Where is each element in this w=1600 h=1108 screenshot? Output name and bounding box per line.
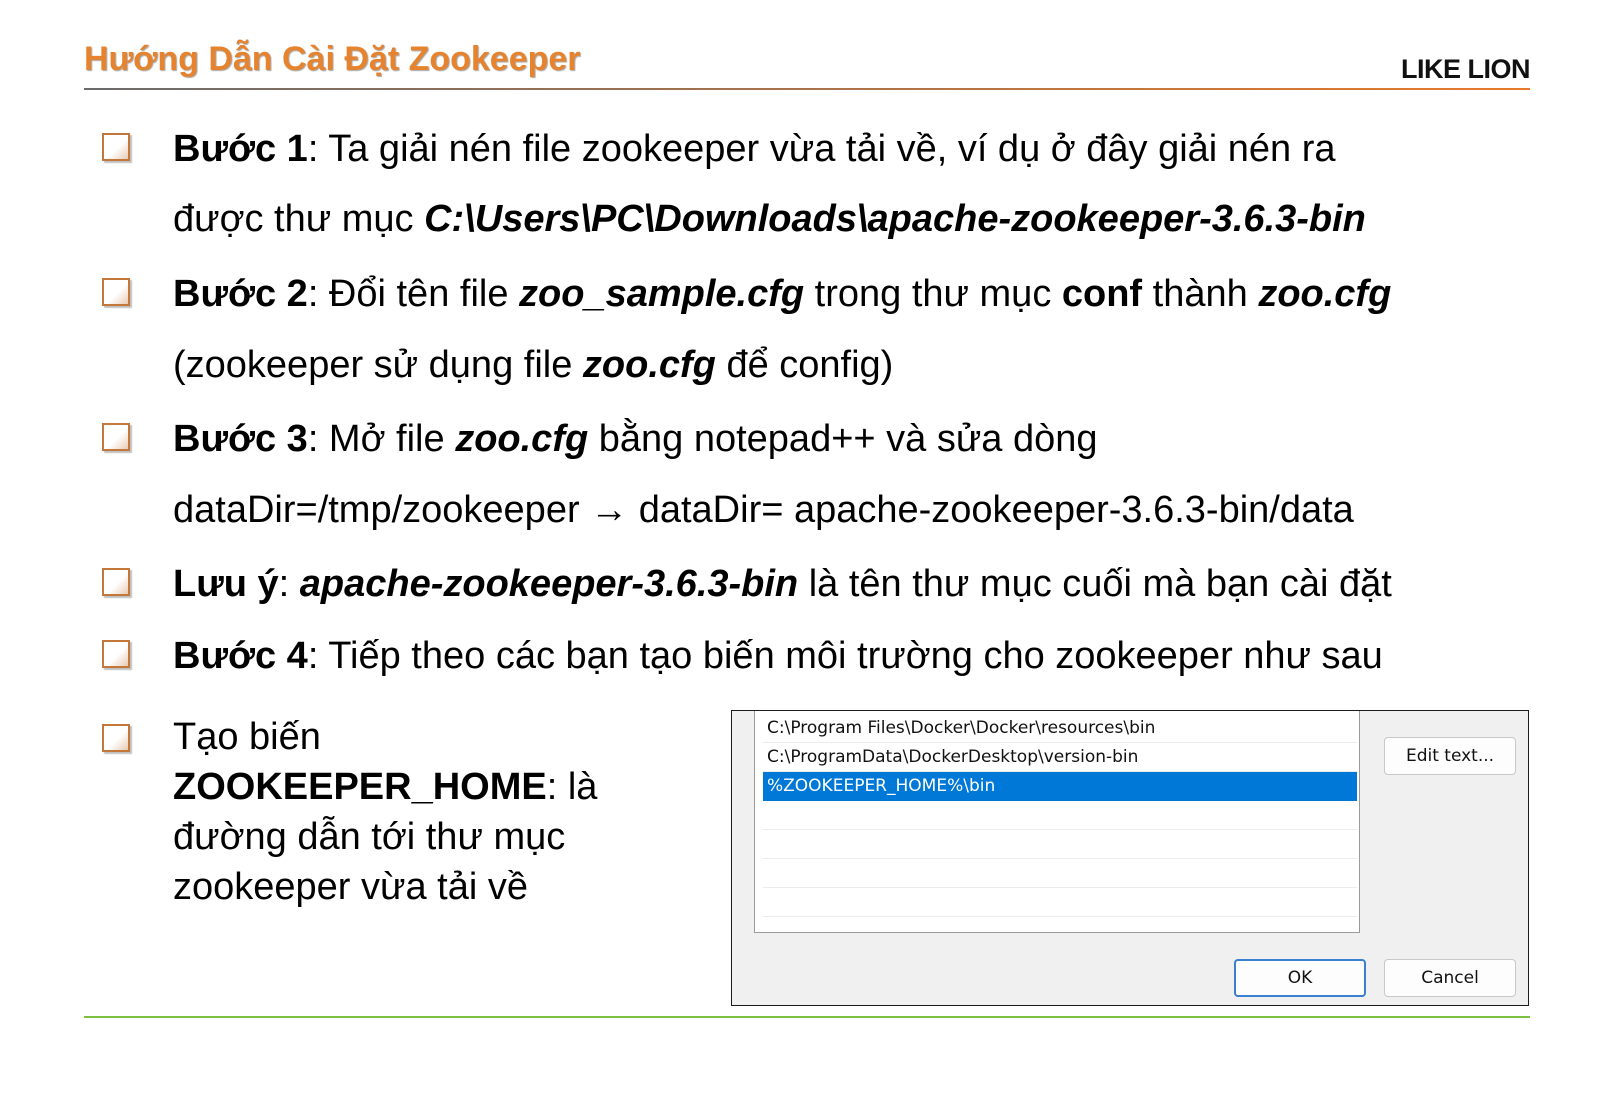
title-divider bbox=[84, 88, 1530, 90]
step2-folder: conf bbox=[1061, 273, 1143, 315]
step2-text-a: : Đổi tên file bbox=[307, 273, 520, 315]
step2-line1: Bước 2: Đổi tên file zoo_sample.cfg tron… bbox=[173, 271, 1391, 317]
bullet-checkbox-icon bbox=[102, 724, 130, 752]
list-item-empty[interactable] bbox=[763, 859, 1357, 888]
step2-text-d: (zookeeper sử dụng file bbox=[173, 344, 583, 386]
list-item-empty[interactable] bbox=[763, 801, 1357, 830]
step2-file-from: zoo_sample.cfg bbox=[519, 273, 805, 315]
cancel-button[interactable]: Cancel bbox=[1384, 959, 1516, 997]
list-item-selected[interactable]: %ZOOKEEPER_HOME%\bin bbox=[763, 772, 1357, 801]
note-line: Lưu ý: apache-zookeeper-3.6.3-bin là tên… bbox=[173, 561, 1392, 607]
step2-text-c: thành bbox=[1142, 273, 1259, 315]
step4-label: Bước 4 bbox=[173, 635, 308, 677]
step4-line: Bước 4: Tiếp theo các bạn tạo biến môi t… bbox=[173, 633, 1383, 679]
create-var-text: Tạo biến ZOOKEEPER_HOME: là đường dẫn tớ… bbox=[173, 712, 693, 912]
step2-line2: (zookeeper sử dụng file zoo.cfg để confi… bbox=[173, 342, 893, 388]
step3-line1: Bước 3: Mở file zoo.cfg bằng notepad++ v… bbox=[173, 416, 1098, 462]
step3-label: Bước 3 bbox=[173, 418, 308, 460]
step3-line2: dataDir=/tmp/zookeeper → dataDir= apache… bbox=[173, 487, 1354, 533]
list-item[interactable]: C:\ProgramData\DockerDesktop\version-bin bbox=[763, 743, 1357, 772]
list-item-empty[interactable] bbox=[763, 830, 1357, 859]
note-label: Lưu ý bbox=[173, 563, 279, 605]
bullet-checkbox-icon bbox=[102, 568, 130, 596]
bullet-checkbox-icon bbox=[102, 640, 130, 668]
step3-text-b: bằng notepad++ và sửa dòng bbox=[588, 418, 1098, 460]
step2-text-e: để config) bbox=[715, 344, 894, 386]
ok-button[interactable]: OK bbox=[1234, 959, 1366, 997]
list-item[interactable]: C:\Program Files\Docker\Docker\resources… bbox=[763, 714, 1357, 743]
step3-text-c: dataDir=/tmp/zookeeper → dataDir= apache… bbox=[173, 489, 1354, 531]
brand-logo: LIKE LION bbox=[1401, 54, 1531, 84]
note-text-b: là tên thư mục cuối mà bạn cài đặt bbox=[798, 563, 1392, 605]
list-item-empty[interactable] bbox=[763, 888, 1357, 917]
footer-divider bbox=[84, 1016, 1530, 1018]
step2-file-cfg: zoo.cfg bbox=[582, 344, 716, 386]
bullet-checkbox-icon bbox=[102, 278, 130, 306]
step1-text-b: được thư mục bbox=[173, 198, 425, 240]
step3-file: zoo.cfg bbox=[455, 418, 589, 460]
step2-text-b: trong thư mục bbox=[804, 273, 1062, 315]
path-list[interactable]: C:\Program Files\Docker\Docker\resources… bbox=[754, 711, 1360, 933]
env-path-dialog: C:\Program Files\Docker\Docker\resources… bbox=[731, 710, 1529, 1006]
bullet-checkbox-icon bbox=[102, 423, 130, 451]
step1-path: C:\Users\PC\Downloads\apache-zookeeper-3… bbox=[424, 198, 1366, 240]
step2-file-to: zoo.cfg bbox=[1258, 273, 1392, 315]
note-folder: apache-zookeeper-3.6.3-bin bbox=[299, 563, 799, 605]
create-var-name: ZOOKEEPER_HOME bbox=[173, 766, 547, 808]
step1-line2: được thư mục C:\Users\PC\Downloads\apach… bbox=[173, 196, 1366, 242]
step1-line1: Bước 1: Ta giải nén file zookeeper vừa t… bbox=[173, 126, 1336, 172]
note-text-a: : bbox=[278, 563, 300, 605]
bullet-checkbox-icon bbox=[102, 133, 130, 161]
step3-text-a: : Mở file bbox=[307, 418, 456, 460]
edit-text-button[interactable]: Edit text... bbox=[1384, 737, 1516, 775]
step1-text: : Ta giải nén file zookeeper vừa tải về,… bbox=[307, 128, 1336, 170]
step1-label: Bước 1 bbox=[173, 128, 308, 170]
page-title: Hướng Dẫn Cài Đặt Zookeeper bbox=[84, 40, 581, 78]
step2-label: Bước 2 bbox=[173, 273, 308, 315]
step4-text-a: : Tiếp theo các bạn tạo biến môi trường … bbox=[307, 635, 1383, 677]
create-var-text-a: Tạo biến bbox=[173, 716, 321, 758]
